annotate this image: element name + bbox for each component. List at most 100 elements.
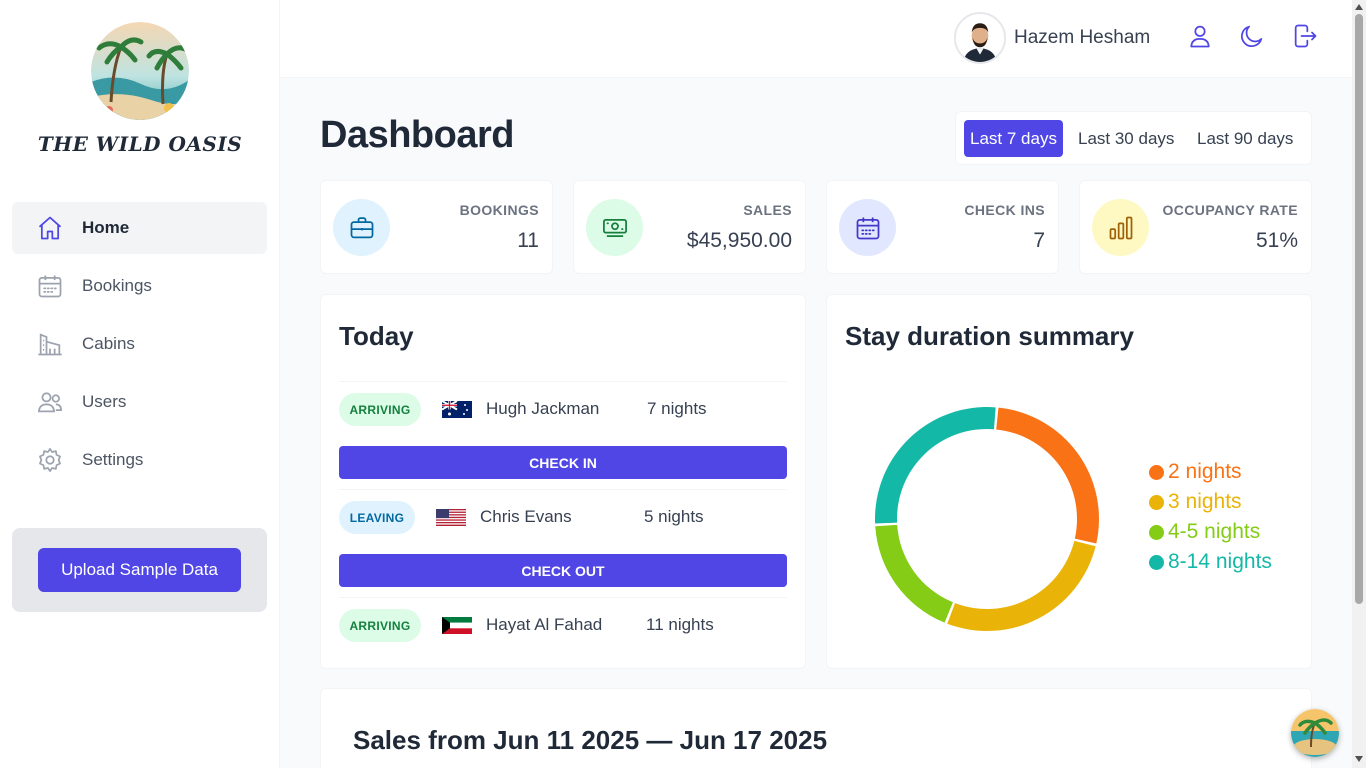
- legend-item: 3 nights: [1149, 487, 1272, 517]
- stat-label: Check ins: [964, 202, 1045, 218]
- guest-name: Hayat Al Fahad: [486, 615, 603, 634]
- legend-item: 8-14 nights: [1149, 547, 1272, 577]
- today-title: Today: [339, 321, 414, 351]
- calendar-icon: [38, 275, 62, 298]
- stat-label: Occupancy rate: [1162, 202, 1298, 218]
- filter-last-30-days[interactable]: Last 30 days: [1072, 120, 1180, 157]
- legend-label: 8-14 nights: [1168, 550, 1272, 573]
- upload-panel: Upload Sample Data: [12, 528, 267, 612]
- banknotes-icon: [602, 218, 627, 237]
- cabins-icon: [38, 333, 62, 356]
- stat-label: Sales: [743, 202, 792, 218]
- stat-icon-wrap: [839, 199, 896, 256]
- kuwait-flag: [442, 617, 472, 634]
- chart-legend: 2 nights 3 nights 4-5 nights 8-14 nights: [1149, 457, 1272, 577]
- legend-dot: [1149, 494, 1164, 510]
- sales-title: Sales from Jun 11 2025 — Jun 17 2025: [353, 725, 828, 755]
- status-badge: ARRIVING: [339, 393, 421, 426]
- list-item: ARRIVING Hayat Al Fahad 11 nights: [339, 597, 787, 652]
- gear-icon: [39, 448, 61, 472]
- sidebar-item-settings[interactable]: Settings: [12, 434, 267, 486]
- logo-image: [91, 22, 189, 120]
- usa-flag: [436, 509, 466, 526]
- stat-sales: Sales $45,950.00: [573, 180, 806, 274]
- sidebar-item-bookings[interactable]: Bookings: [12, 260, 267, 312]
- donut-slice-3-nights[interactable]: [947, 540, 1096, 631]
- date-filter: Last 7 days Last 30 days Last 90 days: [955, 111, 1312, 165]
- legend-dot: [1149, 464, 1164, 480]
- sidebar-item-label: Users: [82, 392, 127, 411]
- sales-panel: Sales from Jun 11 2025 — Jun 17 2025: [320, 688, 1312, 768]
- filter-last-7-days[interactable]: Last 7 days: [964, 120, 1063, 157]
- list-item: LEAVING Chris Evans 5 nights: [339, 489, 787, 544]
- donut-chart: [875, 407, 1099, 631]
- sidebar-item-label: Cabins: [82, 334, 135, 353]
- scroll-up-arrow[interactable]: [1355, 4, 1363, 10]
- legend-item: 2 nights: [1149, 457, 1272, 487]
- stat-value: 11: [517, 229, 539, 252]
- chart-bar-icon: [1109, 216, 1132, 239]
- stat-bookings: Bookings 11: [320, 180, 553, 274]
- scrollbar[interactable]: [1352, 0, 1366, 768]
- upload-sample-data-button[interactable]: Upload Sample Data: [38, 548, 241, 592]
- legend-dot: [1149, 524, 1164, 540]
- user-name: Hazem Hesham: [1014, 27, 1151, 48]
- users-icon: [37, 392, 62, 413]
- legend-dot: [1149, 554, 1164, 570]
- sidebar: THE WILD OASIS Home Bookings Cabins User…: [0, 0, 280, 768]
- stay-duration-panel: Stay duration summary 2 nights 3 nights 4-…: [826, 294, 1312, 669]
- stat-occupancy-rate: Occupancy rate 51%: [1079, 180, 1312, 274]
- australia-flag: [442, 401, 472, 418]
- guest-name: Chris Evans: [480, 507, 572, 526]
- scroll-thumb[interactable]: [1355, 14, 1363, 604]
- sidebar-item-label: Home: [82, 218, 130, 237]
- logo: THE WILD OASIS: [0, 22, 280, 156]
- stat-value: $45,950.00: [686, 229, 792, 252]
- legend-label: 4-5 nights: [1168, 520, 1261, 543]
- legend-label: 2 nights: [1168, 460, 1242, 483]
- calendar-icon: [856, 217, 879, 239]
- page-title: Dashboard: [320, 114, 514, 156]
- list-item: ARRIVING Hugh Jackman 7 nights: [339, 381, 787, 436]
- user-icon[interactable]: [1186, 22, 1214, 50]
- donut-slice-8-14-nights[interactable]: [875, 407, 996, 524]
- stat-icon-wrap: [586, 199, 643, 256]
- stay-duration-title: Stay duration summary: [845, 321, 1134, 351]
- donut-slice-4-5-nights[interactable]: [875, 524, 953, 623]
- guest-name: Hugh Jackman: [486, 399, 600, 418]
- sidebar-item-label: Settings: [82, 450, 144, 469]
- donut-slice-2-nights[interactable]: [996, 407, 1099, 544]
- logo-text: THE WILD OASIS: [37, 132, 243, 156]
- check-in-button[interactable]: CHECK IN: [339, 446, 787, 479]
- stat-label: Bookings: [459, 202, 539, 218]
- moon-icon[interactable]: [1238, 22, 1266, 50]
- legend-item: 4-5 nights: [1149, 517, 1272, 547]
- stay-nights: 5 nights: [644, 507, 704, 526]
- scroll-down-arrow[interactable]: [1355, 756, 1363, 762]
- stay-nights: 11 nights: [646, 615, 714, 634]
- sidebar-item-cabins[interactable]: Cabins: [12, 318, 267, 370]
- today-panel: Today ARRIVING Hugh Jackman 7 nights CHE…: [320, 294, 806, 669]
- check-out-button[interactable]: CHECK OUT: [339, 554, 787, 587]
- sidebar-item-home[interactable]: Home: [12, 202, 267, 254]
- avatar: [954, 12, 1006, 64]
- status-badge: LEAVING: [339, 501, 415, 534]
- stat-icon-wrap: [1092, 199, 1149, 256]
- home-icon: [38, 216, 62, 240]
- stat-value: 51%: [1255, 229, 1298, 252]
- stat-check-ins: Check ins 7: [826, 180, 1059, 274]
- logout-icon[interactable]: [1291, 22, 1319, 50]
- briefcase-icon: [350, 216, 373, 238]
- sidebar-nav: Home Bookings Cabins Users Settings: [12, 202, 267, 492]
- sidebar-item-label: Bookings: [82, 276, 152, 295]
- filter-last-90-days[interactable]: Last 90 days: [1191, 120, 1299, 157]
- stat-value: 7: [1033, 229, 1045, 252]
- legend-label: 3 nights: [1168, 490, 1242, 513]
- sidebar-item-users[interactable]: Users: [12, 376, 267, 428]
- header: Hazem Hesham: [280, 0, 1352, 78]
- stay-nights: 7 nights: [647, 399, 707, 418]
- status-badge: ARRIVING: [339, 609, 421, 642]
- stat-icon-wrap: [333, 199, 390, 256]
- floating-action-button[interactable]: [1291, 709, 1339, 757]
- user-info: Hazem Hesham: [954, 12, 1150, 64]
